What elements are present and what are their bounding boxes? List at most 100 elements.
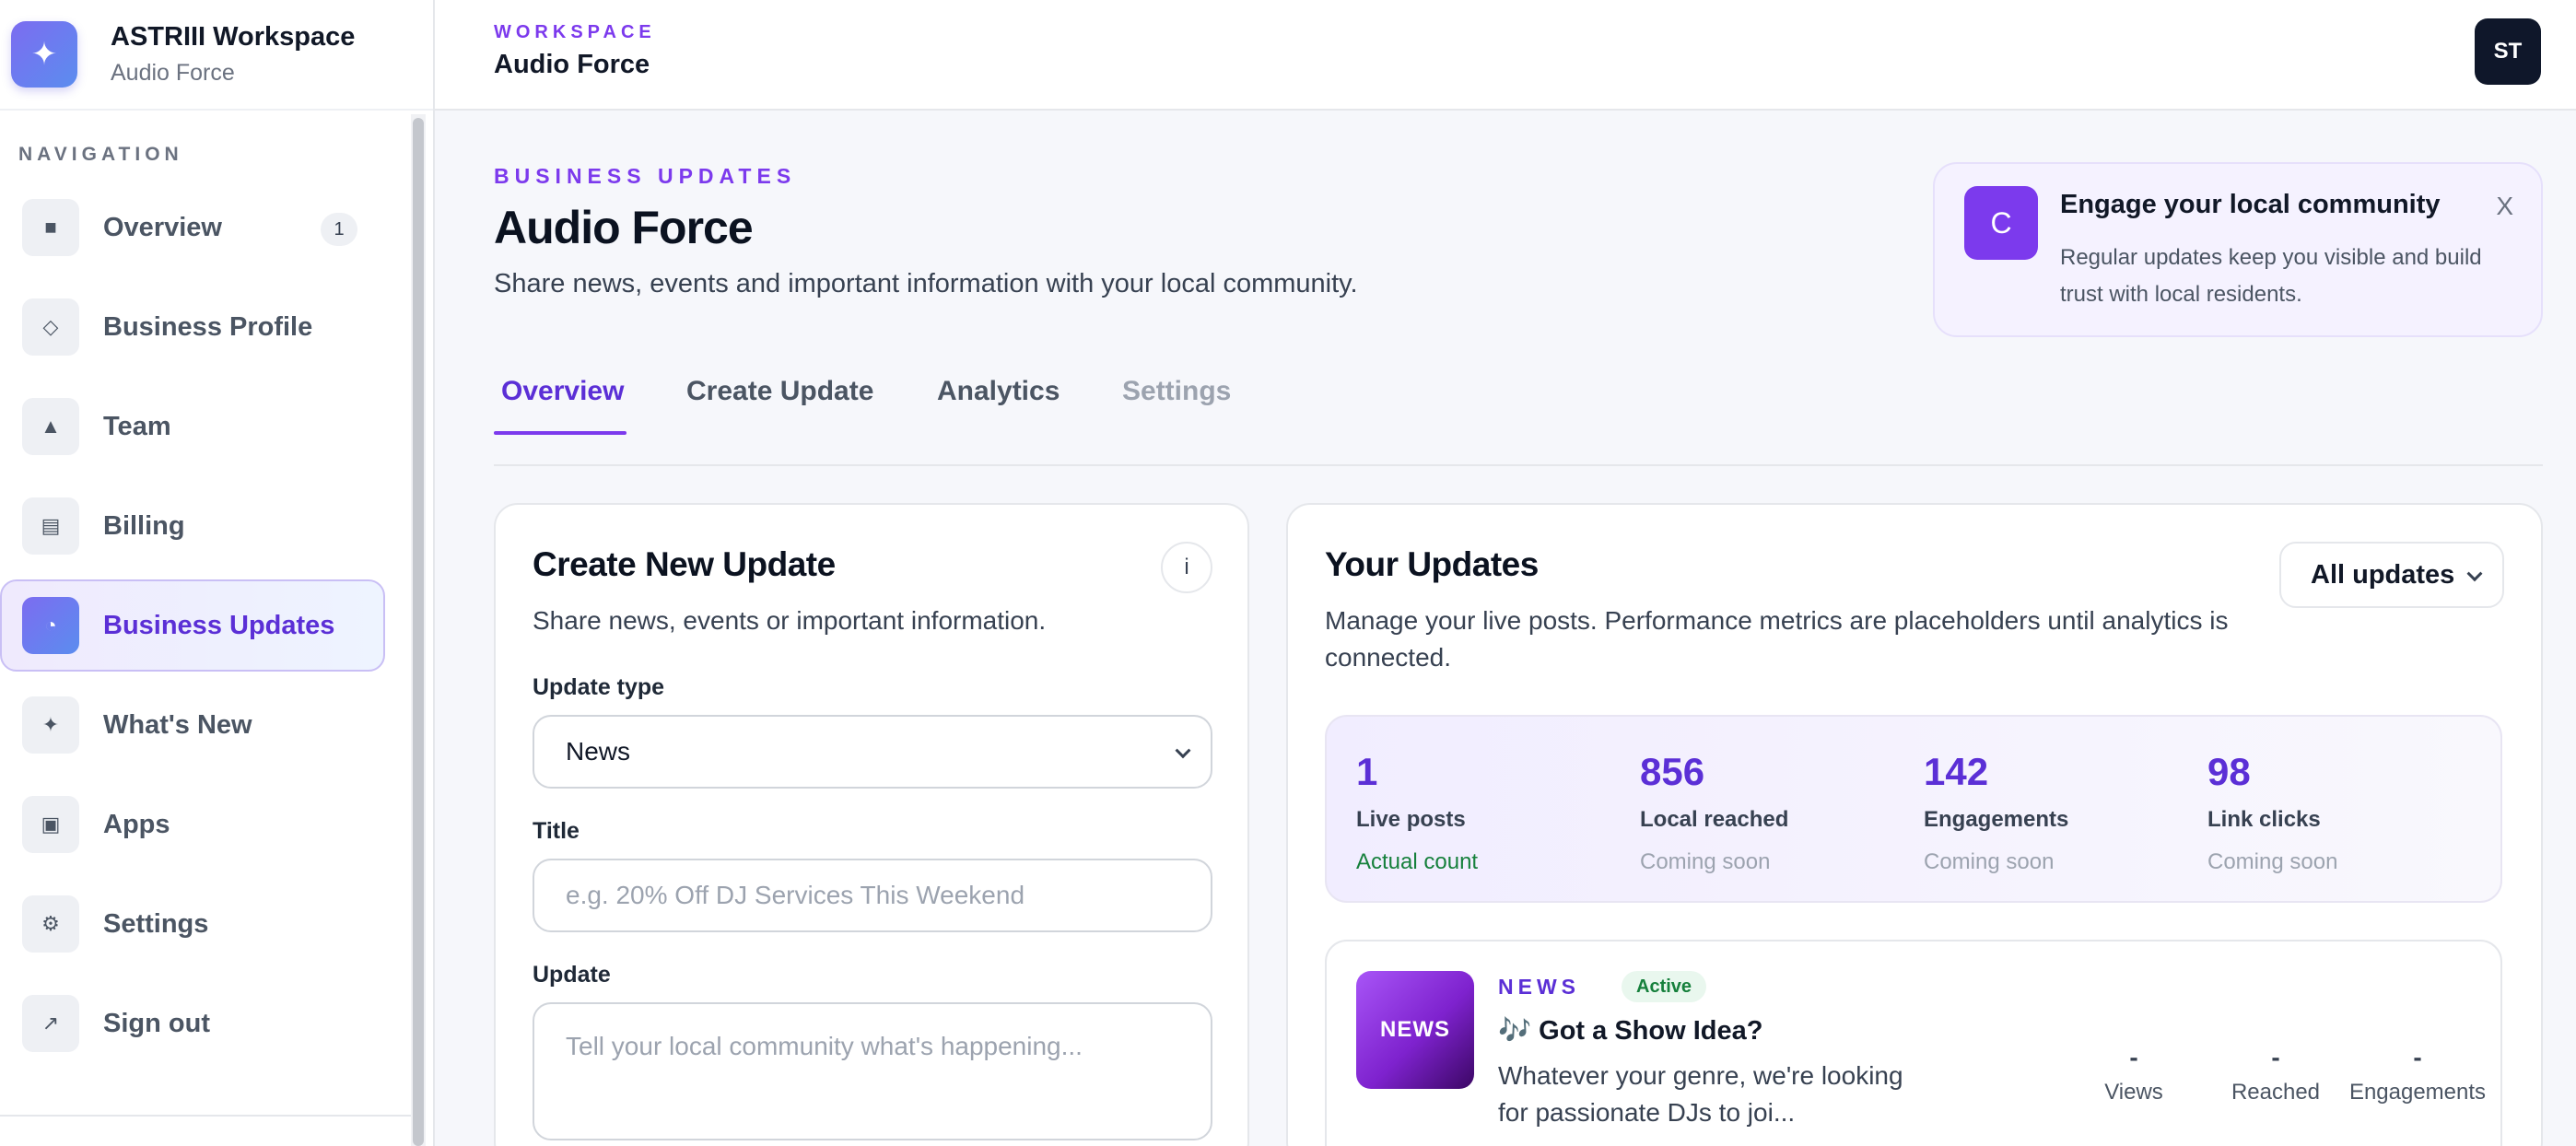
topbar-title: Audio Force (494, 50, 650, 79)
tip-banner: C Engage your local community Regular up… (1933, 162, 2543, 337)
update-type-label: Update type (533, 674, 665, 700)
create-card-subtitle: Share news, events or important informat… (533, 606, 1047, 635)
stat-engagements: 142 Engagements Coming soon (1924, 750, 2068, 875)
sparkle-icon: ✦ (11, 21, 77, 88)
metric-label: Views (2104, 1080, 2163, 1105)
stat-link-clicks: 98 Link clicks Coming soon (2207, 750, 2337, 875)
title-input[interactable]: e.g. 20% Off DJ Services This Weekend (533, 859, 1212, 932)
tab-settings[interactable]: Settings (1122, 376, 1231, 407)
update-type-select[interactable]: News (533, 715, 1212, 789)
avatar[interactable]: ST (2475, 18, 2541, 85)
workspace-switcher[interactable]: ✦ ASTRIII Workspace Audio Force (0, 0, 433, 111)
update-post[interactable]: NEWS NEWS Active 🎶 Got a Show Idea? What… (1325, 940, 2502, 1146)
stats-panel: 1 Live posts Actual count 856 Local reac… (1325, 715, 2502, 903)
stat-note: Coming soon (2207, 849, 2338, 874)
sidebar-item-apps[interactable]: ▣ Apps (0, 778, 385, 871)
updates-filter-select[interactable]: All updates (2279, 542, 2504, 608)
metric-label: Reached (2231, 1080, 2321, 1105)
title-label: Title (533, 818, 580, 844)
topbar-eyebrow: WORKSPACE (494, 22, 656, 42)
sidebar-item-label: Settings (103, 908, 209, 939)
metric-value: - (2413, 1043, 2422, 1071)
sidebar-nav: ■ Overview 1 ◇ Business Profile ▲ Team ▤… (0, 181, 385, 1077)
stat-label: Engagements (1924, 807, 2069, 832)
sidebar-item-label: Billing (103, 510, 185, 541)
sidebar-item-business-updates[interactable]: ◔ Business Updates (0, 579, 385, 672)
updates-card-title: Your Updates (1325, 545, 1539, 583)
title-placeholder: e.g. 20% Off DJ Services This Weekend (566, 881, 1025, 909)
close-icon[interactable]: X (2496, 192, 2513, 221)
tip-title: Engage your local community (2060, 190, 2441, 219)
tip-body: Regular updates keep you visible and bui… (2060, 245, 2482, 307)
stat-label: Local reached (1640, 807, 1789, 832)
create-update-card: Create New Update Share news, events or … (494, 503, 1249, 1146)
tab-analytics[interactable]: Analytics (937, 376, 1060, 407)
update-textarea[interactable]: Tell your local community what's happeni… (533, 1002, 1212, 1140)
update-type-value: News (566, 737, 631, 766)
filter-value: All updates (2311, 559, 2455, 590)
gear-icon: ⚙ (22, 895, 79, 953)
info-button[interactable]: i (1161, 542, 1212, 593)
workspace-title: ASTRIII Workspace (111, 22, 356, 52)
stat-value: 1 (1356, 750, 1378, 793)
stat-local-reached: 856 Local reached Coming soon (1640, 750, 1788, 875)
post-body: Whatever your genre, we're looking for p… (1498, 1061, 1903, 1127)
stat-live-posts: 1 Live posts Actual count (1356, 750, 1478, 875)
sidebar-item-overview[interactable]: ■ Overview 1 (0, 181, 385, 274)
nav-section-label: NAVIGATION (18, 144, 183, 165)
sidebar-item-label: Business Profile (103, 311, 313, 342)
sidebar-item-sign-out[interactable]: ↗ Sign out (0, 977, 385, 1070)
sidebar-item-team[interactable]: ▲ Team (0, 380, 385, 473)
count-badge: 1 (321, 213, 357, 246)
sidebar-scrollbar[interactable] (411, 114, 426, 1146)
card-icon: ▤ (22, 497, 79, 555)
post-metric-views: - Views (2051, 1043, 2217, 1105)
sidebar-divider (0, 1115, 411, 1117)
your-updates-card: Your Updates Manage your live posts. Per… (1286, 503, 2543, 1146)
sidebar-item-billing[interactable]: ▤ Billing (0, 480, 385, 572)
post-type: NEWS (1498, 975, 1580, 999)
diamond-icon: ◇ (22, 298, 79, 356)
stat-note: Coming soon (1640, 849, 1771, 874)
post-metric-reached: - Reached (2193, 1043, 2359, 1105)
person-icon: ▲ (22, 398, 79, 455)
sidebar-item-settings[interactable]: ⚙ Settings (0, 878, 385, 970)
sidebar-item-label: Business Updates (103, 610, 335, 640)
chevron-down-icon (2466, 566, 2483, 582)
workspace-subtitle: Audio Force (111, 60, 235, 86)
update-label: Update (533, 962, 611, 988)
sidebar-item-label: Overview (103, 212, 222, 242)
metric-label: Engagements (2348, 1080, 2487, 1105)
chevron-down-icon (1175, 743, 1191, 759)
status-badge: Active (1622, 971, 1707, 1002)
tab-overview[interactable]: Overview (501, 376, 624, 407)
create-card-title: Create New Update (533, 545, 836, 583)
post-metric-engagements: - Engagements (2335, 1043, 2500, 1105)
app-grid-icon: ▣ (22, 796, 79, 853)
top-bar: WORKSPACE Audio Force ST (435, 0, 2576, 111)
sidebar-item-business-profile[interactable]: ◇ Business Profile (0, 281, 385, 373)
active-tab-indicator (494, 431, 626, 435)
scrollbar-thumb[interactable] (413, 118, 424, 1146)
stat-label: Link clicks (2207, 807, 2321, 832)
metric-value: - (2271, 1043, 2280, 1071)
sparkle-icon: ✦ (22, 696, 79, 754)
metric-value: - (2129, 1043, 2138, 1071)
arrow-out-icon: ↗ (22, 995, 79, 1052)
sidebar-item-whats-new[interactable]: ✦ What's New (0, 679, 385, 771)
sidebar-item-label: What's New (103, 709, 252, 740)
post-thumbnail: NEWS (1356, 971, 1474, 1089)
sidebar-item-label: Team (103, 411, 171, 441)
page-subtitle: Share news, events and important informa… (494, 269, 1358, 298)
stat-value: 142 (1924, 750, 1989, 793)
page-title: Audio Force (494, 202, 754, 253)
tabs-divider (494, 464, 2543, 466)
sidebar: ✦ ASTRIII Workspace Audio Force NAVIGATI… (0, 0, 435, 1146)
updates-card-subtitle: Manage your live posts. Performance metr… (1325, 606, 2229, 672)
square-icon: ■ (22, 199, 79, 256)
stat-note: Actual count (1356, 849, 1479, 874)
tab-create-update[interactable]: Create Update (686, 376, 873, 407)
stat-value: 856 (1640, 750, 1705, 793)
tip-icon: C (1964, 186, 2038, 260)
sidebar-item-label: Sign out (103, 1008, 210, 1038)
